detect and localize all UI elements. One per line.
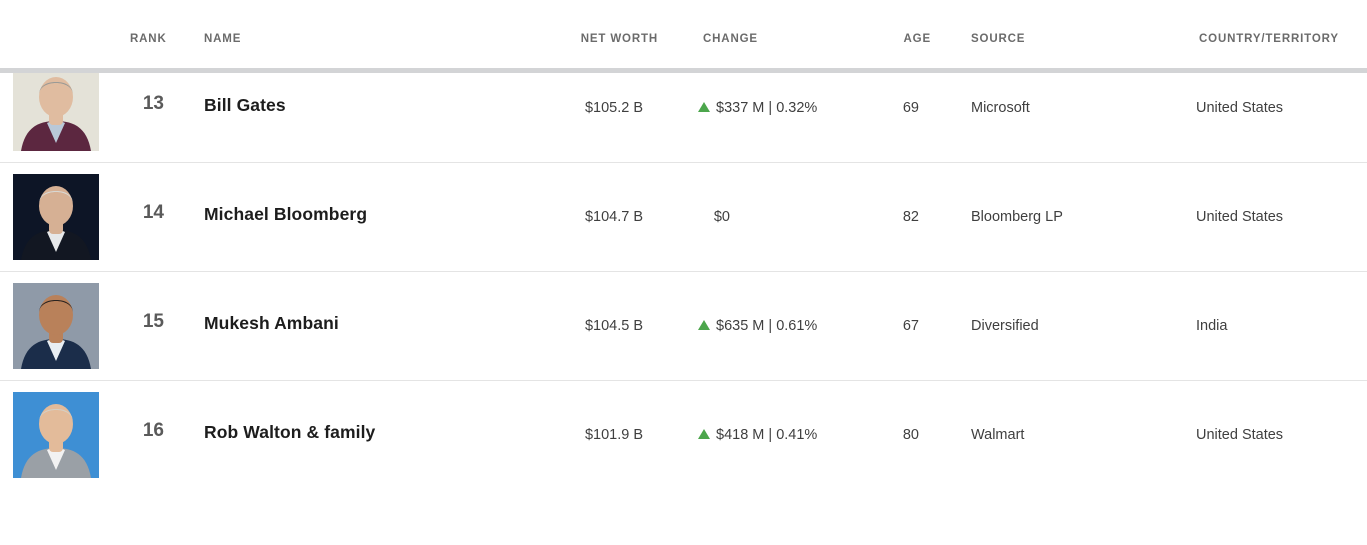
cell-change: $337 M | 0.32% xyxy=(698,98,832,118)
cell-name[interactable]: Mukesh Ambani xyxy=(204,313,339,333)
cell-net-worth: $101.9 B xyxy=(584,427,643,443)
cell-source: Microsoft xyxy=(971,100,1030,116)
cell-net-worth: $104.5 B xyxy=(584,318,643,334)
cell-name[interactable]: Bill Gates xyxy=(204,95,286,115)
column-header-source[interactable]: SOURCE xyxy=(971,32,1025,46)
column-header-net-worth[interactable]: NET WORTH xyxy=(509,32,658,46)
cell-source: Diversified xyxy=(971,318,1039,334)
cell-source: Walmart xyxy=(971,427,1025,443)
cell-country: India xyxy=(1196,318,1228,334)
cell-country: United States xyxy=(1196,427,1284,443)
cell-name[interactable]: Michael Bloomberg xyxy=(204,204,367,224)
table-row[interactable]: 14 Michael Bloomberg $104.7 B $0 82 Bloomberg… xyxy=(0,163,1367,272)
table-row[interactable]: 15 Mukesh Ambani $104.5 B $635 M | 0.61% 67 D… xyxy=(0,272,1367,381)
billionaire-photo xyxy=(13,392,99,478)
cell-change-value: $0 xyxy=(713,209,730,226)
cell-age: 82 xyxy=(902,209,919,225)
cell-change-value: $418 M | 0.41% xyxy=(716,427,818,444)
billionaires-list: 13 Bill Gates $105.2 B $337 M | 0.32% 69 Micr… xyxy=(0,0,1367,490)
cell-name[interactable]: Rob Walton & family xyxy=(204,422,375,442)
cell-rank: 13 xyxy=(142,93,164,114)
table-header: RANK NAME NET WORTH CHANGE AGE SOURCE CO… xyxy=(0,0,1367,73)
column-header-rank[interactable]: RANK xyxy=(130,32,167,46)
cell-change: $418 M | 0.41% xyxy=(698,425,832,445)
cell-rank: 16 xyxy=(142,420,164,441)
billionaire-photo xyxy=(13,65,99,151)
triangle-up-icon xyxy=(698,102,710,113)
column-header-country[interactable]: COUNTRY/TERRITORY xyxy=(1199,32,1339,46)
header-divider xyxy=(0,68,1367,73)
cell-change: $0 xyxy=(698,207,730,227)
triangle-up-icon xyxy=(698,429,710,440)
cell-age: 67 xyxy=(902,318,919,334)
cell-change-value: $337 M | 0.32% xyxy=(716,100,818,117)
cell-source: Bloomberg LP xyxy=(971,209,1063,225)
table-row[interactable]: 16 Rob Walton & family $101.9 B $418 M | 0.… xyxy=(0,381,1367,490)
cell-change: $635 M | 0.61% xyxy=(698,316,832,336)
cell-country: United States xyxy=(1196,209,1284,225)
column-header-change[interactable]: CHANGE xyxy=(703,32,758,46)
billionaire-photo xyxy=(13,283,99,369)
cell-net-worth: $105.2 B xyxy=(584,100,643,116)
table-header-row: RANK NAME NET WORTH CHANGE AGE SOURCE CO… xyxy=(0,0,1367,68)
cell-age: 80 xyxy=(902,427,919,443)
cell-rank: 15 xyxy=(142,311,164,332)
cell-age: 69 xyxy=(902,100,919,116)
cell-net-worth: $104.7 B xyxy=(584,209,643,225)
billionaire-photo xyxy=(13,174,99,260)
cell-rank: 14 xyxy=(142,202,164,223)
cell-country: United States xyxy=(1196,100,1284,116)
triangle-up-icon xyxy=(698,320,710,331)
billionaires-list-viewport[interactable]: 13 Bill Gates $105.2 B $337 M | 0.32% 69 Micr… xyxy=(0,0,1367,545)
column-header-name[interactable]: NAME xyxy=(204,32,241,46)
column-header-age[interactable]: AGE xyxy=(851,32,931,46)
cell-change-value: $635 M | 0.61% xyxy=(716,318,818,335)
